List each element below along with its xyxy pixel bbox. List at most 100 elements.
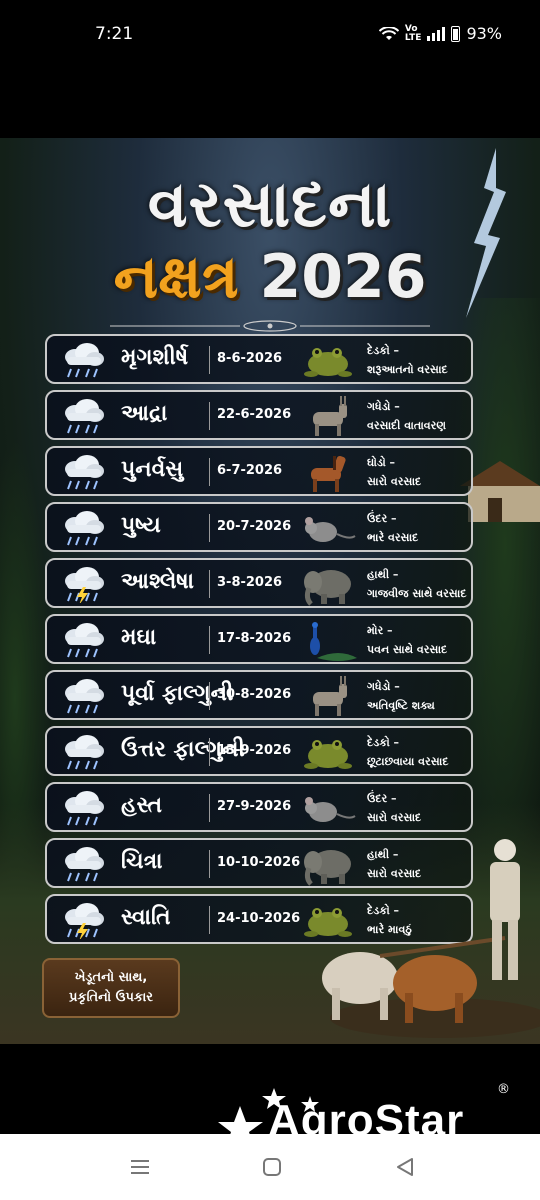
- vehicle-animal: ઉંદર –: [367, 792, 397, 805]
- vehicle-description: ઉંદર – સારો વરસાદ: [367, 789, 421, 827]
- row-divider: [209, 738, 210, 766]
- nakshatra-date: 22-6-2026: [217, 407, 292, 422]
- nakshatra-name: મઘા: [121, 625, 157, 650]
- poster-title-line2: નક્ષત્ર 2026: [0, 242, 540, 312]
- status-icons: Vo LTE 93%: [378, 23, 502, 43]
- nakshatra-date: 3-8-2026: [217, 575, 283, 590]
- battery-percent: 93%: [466, 24, 502, 43]
- vehicle-animal: દેડકો –: [367, 344, 400, 357]
- vehicle-animal: હાથી –: [367, 568, 399, 581]
- slogan-line1: ખેડૂતનો સાથ,: [74, 970, 148, 985]
- vehicle-animal: ગધેડો –: [367, 680, 400, 693]
- mouse-icon: [305, 517, 356, 542]
- vehicle-animal: ઉંદર –: [367, 512, 397, 525]
- mouse-icon: [305, 797, 356, 822]
- slogan-line2: પ્રકૃતિનો ઉપકાર: [69, 990, 153, 1005]
- wifi-icon: [378, 26, 399, 40]
- rain-forecast: સારો વરસાદ: [367, 811, 422, 824]
- rain-forecast: અતિવૃષ્ટિ શક્ય: [367, 699, 435, 712]
- rain-cloud-icon: [65, 511, 104, 546]
- signal-icon: [427, 26, 446, 41]
- nakshatra-name: મૃગશીર્ષ: [121, 345, 189, 370]
- rain-forecast: સારો વરસાદ: [367, 475, 422, 488]
- rain-cloud-icon: [65, 343, 104, 378]
- vehicle-description: ગધેડો – વરસાદી વાતાવરણ: [367, 397, 446, 435]
- elephant-icon: [304, 570, 351, 606]
- rain-cloud-icon: [65, 623, 104, 658]
- status-time: 7:21: [95, 24, 134, 44]
- rain-forecast: વરસાદી વાતાવરણ: [367, 419, 446, 432]
- peacock-icon: [310, 622, 357, 661]
- nakshatra-name: આશ્લેષા: [121, 569, 195, 594]
- rain-cloud-icon: [65, 791, 104, 826]
- donkey-icon: [313, 396, 347, 436]
- registered-mark: ®: [497, 1082, 510, 1097]
- farmer-with-bullocks-illustration: [322, 839, 540, 1038]
- home-icon[interactable]: [260, 1156, 284, 1178]
- poster-image[interactable]: વરસાદના નક્ષત્ર 2026 મૃગશીર્ષ 8-6-2026 દેડ…: [0, 138, 540, 1044]
- vehicle-description: દેડકો – છૂટાછવાયા વરસાદ: [367, 733, 448, 771]
- nakshatra-row: મઘા 17-8-2026 મોર – પવન સાથે વરસાદ: [45, 614, 473, 664]
- rain-forecast: પવન સાથે વરસાદ: [367, 643, 448, 656]
- row-divider: [209, 850, 210, 878]
- navigation-bar: [0, 1134, 540, 1200]
- rain-forecast: છૂટાછવાયા વરસાદ: [367, 755, 449, 768]
- battery-icon: [451, 25, 461, 42]
- nakshatra-name: સ્વાતિ: [121, 905, 171, 930]
- vehicle-description: દેડકો – શરૂઆતનો વરસાદ: [367, 341, 448, 379]
- nakshatra-date: 6-7-2026: [217, 463, 283, 478]
- frog-icon: [304, 740, 352, 769]
- vehicle-description: મોર – પવન સાથે વરસાદ: [367, 621, 447, 659]
- row-divider: [209, 626, 210, 654]
- rain-forecast: ગાજવીજ સાથે વરસાદ: [367, 587, 467, 600]
- slogan-badge: ખેડૂતનો સાથ, પ્રકૃતિનો ઉપકાર: [42, 958, 180, 1018]
- nakshatra-row: પુષ્ય 20-7-2026 ઉંદર – ભારે વરસાદ: [45, 502, 473, 552]
- thunderstorm-cloud-icon: [65, 567, 104, 603]
- poster-title-year: 2026: [259, 242, 427, 312]
- nakshatra-date: 8-6-2026: [217, 351, 283, 366]
- nakshatra-row: પૂર્વા ફાલ્ગુની 30-8-2026 ગધેડો – અતિવૃષ્ટિ…: [45, 670, 473, 720]
- nakshatra-name: પુનર્વસુ: [121, 457, 184, 482]
- nakshatra-date: 17-8-2026: [217, 631, 292, 646]
- recent-apps-icon[interactable]: [128, 1156, 152, 1178]
- back-icon[interactable]: [394, 1156, 418, 1178]
- horse-icon: [311, 455, 346, 492]
- rain-cloud-icon: [65, 455, 104, 490]
- vehicle-animal: ઘોડો –: [367, 456, 396, 469]
- vehicle-animal: મોર –: [367, 624, 393, 637]
- row-divider: [209, 794, 210, 822]
- nakshatra-date: 13-9-2026: [217, 743, 292, 758]
- row-divider: [209, 458, 210, 486]
- nakshatra-row: હસ્ત 27-9-2026 ઉંદર – સારો વરસાદ: [45, 782, 473, 832]
- frog-icon: [304, 348, 352, 377]
- vehicle-description: હાથી – ગાજવીજ સાથે વરસાદ: [367, 565, 467, 603]
- nakshatra-row: મૃગશીર્ષ 8-6-2026 દેડકો – શરૂઆતનો વરસાદ: [45, 334, 473, 384]
- brand-name: AgroStar: [268, 1096, 465, 1136]
- row-divider: [209, 570, 210, 598]
- nakshatra-row: આદ્રા 22-6-2026 ગધેડો – વરસાદી વાતાવરણ: [45, 390, 473, 440]
- vehicle-description: ઘોડો – સારો વરસાદ: [367, 453, 421, 491]
- nakshatra-name: હસ્ત: [121, 793, 163, 818]
- row-divider: [209, 514, 210, 542]
- nakshatra-name: ચિત્રા: [121, 849, 163, 874]
- nakshatra-row: પુનર્વસુ 6-7-2026 ઘોડો – સારો વરસાદ: [45, 446, 473, 496]
- vehicle-animal: ગધેડો –: [367, 400, 400, 413]
- brand-watermark: AgroStar ®: [218, 1080, 518, 1136]
- nakshatra-row: આશ્લેષા 3-8-2026 હાથી – ગાજવીજ સાથે વરસાદ: [45, 558, 473, 608]
- donkey-icon: [313, 676, 347, 716]
- row-divider: [209, 906, 210, 934]
- nakshatra-row: ઉત્તર ફાલ્ગુની 13-9-2026 દેડકો – છૂટાછવાયા …: [45, 726, 473, 776]
- vehicle-description: ગધેડો – અતિવૃષ્ટિ શક્ય: [367, 677, 435, 715]
- poster-title-nakshatra: નક્ષત્ર: [113, 242, 239, 312]
- rain-forecast: ભારે વરસાદ: [367, 531, 419, 544]
- nakshatra-name: પુષ્ય: [121, 513, 161, 538]
- row-divider: [209, 402, 210, 430]
- nakshatra-date: 27-9-2026: [217, 799, 292, 814]
- rain-cloud-icon: [65, 399, 104, 434]
- volte-icon: Vo LTE: [404, 23, 422, 43]
- rain-cloud-icon: [65, 735, 104, 770]
- nakshatra-name: આદ્રા: [121, 401, 168, 426]
- ornament-divider: [110, 320, 430, 332]
- status-bar: 7:21 Vo LTE 93%: [0, 0, 540, 70]
- nakshatra-date: 24-10-2026: [217, 911, 301, 926]
